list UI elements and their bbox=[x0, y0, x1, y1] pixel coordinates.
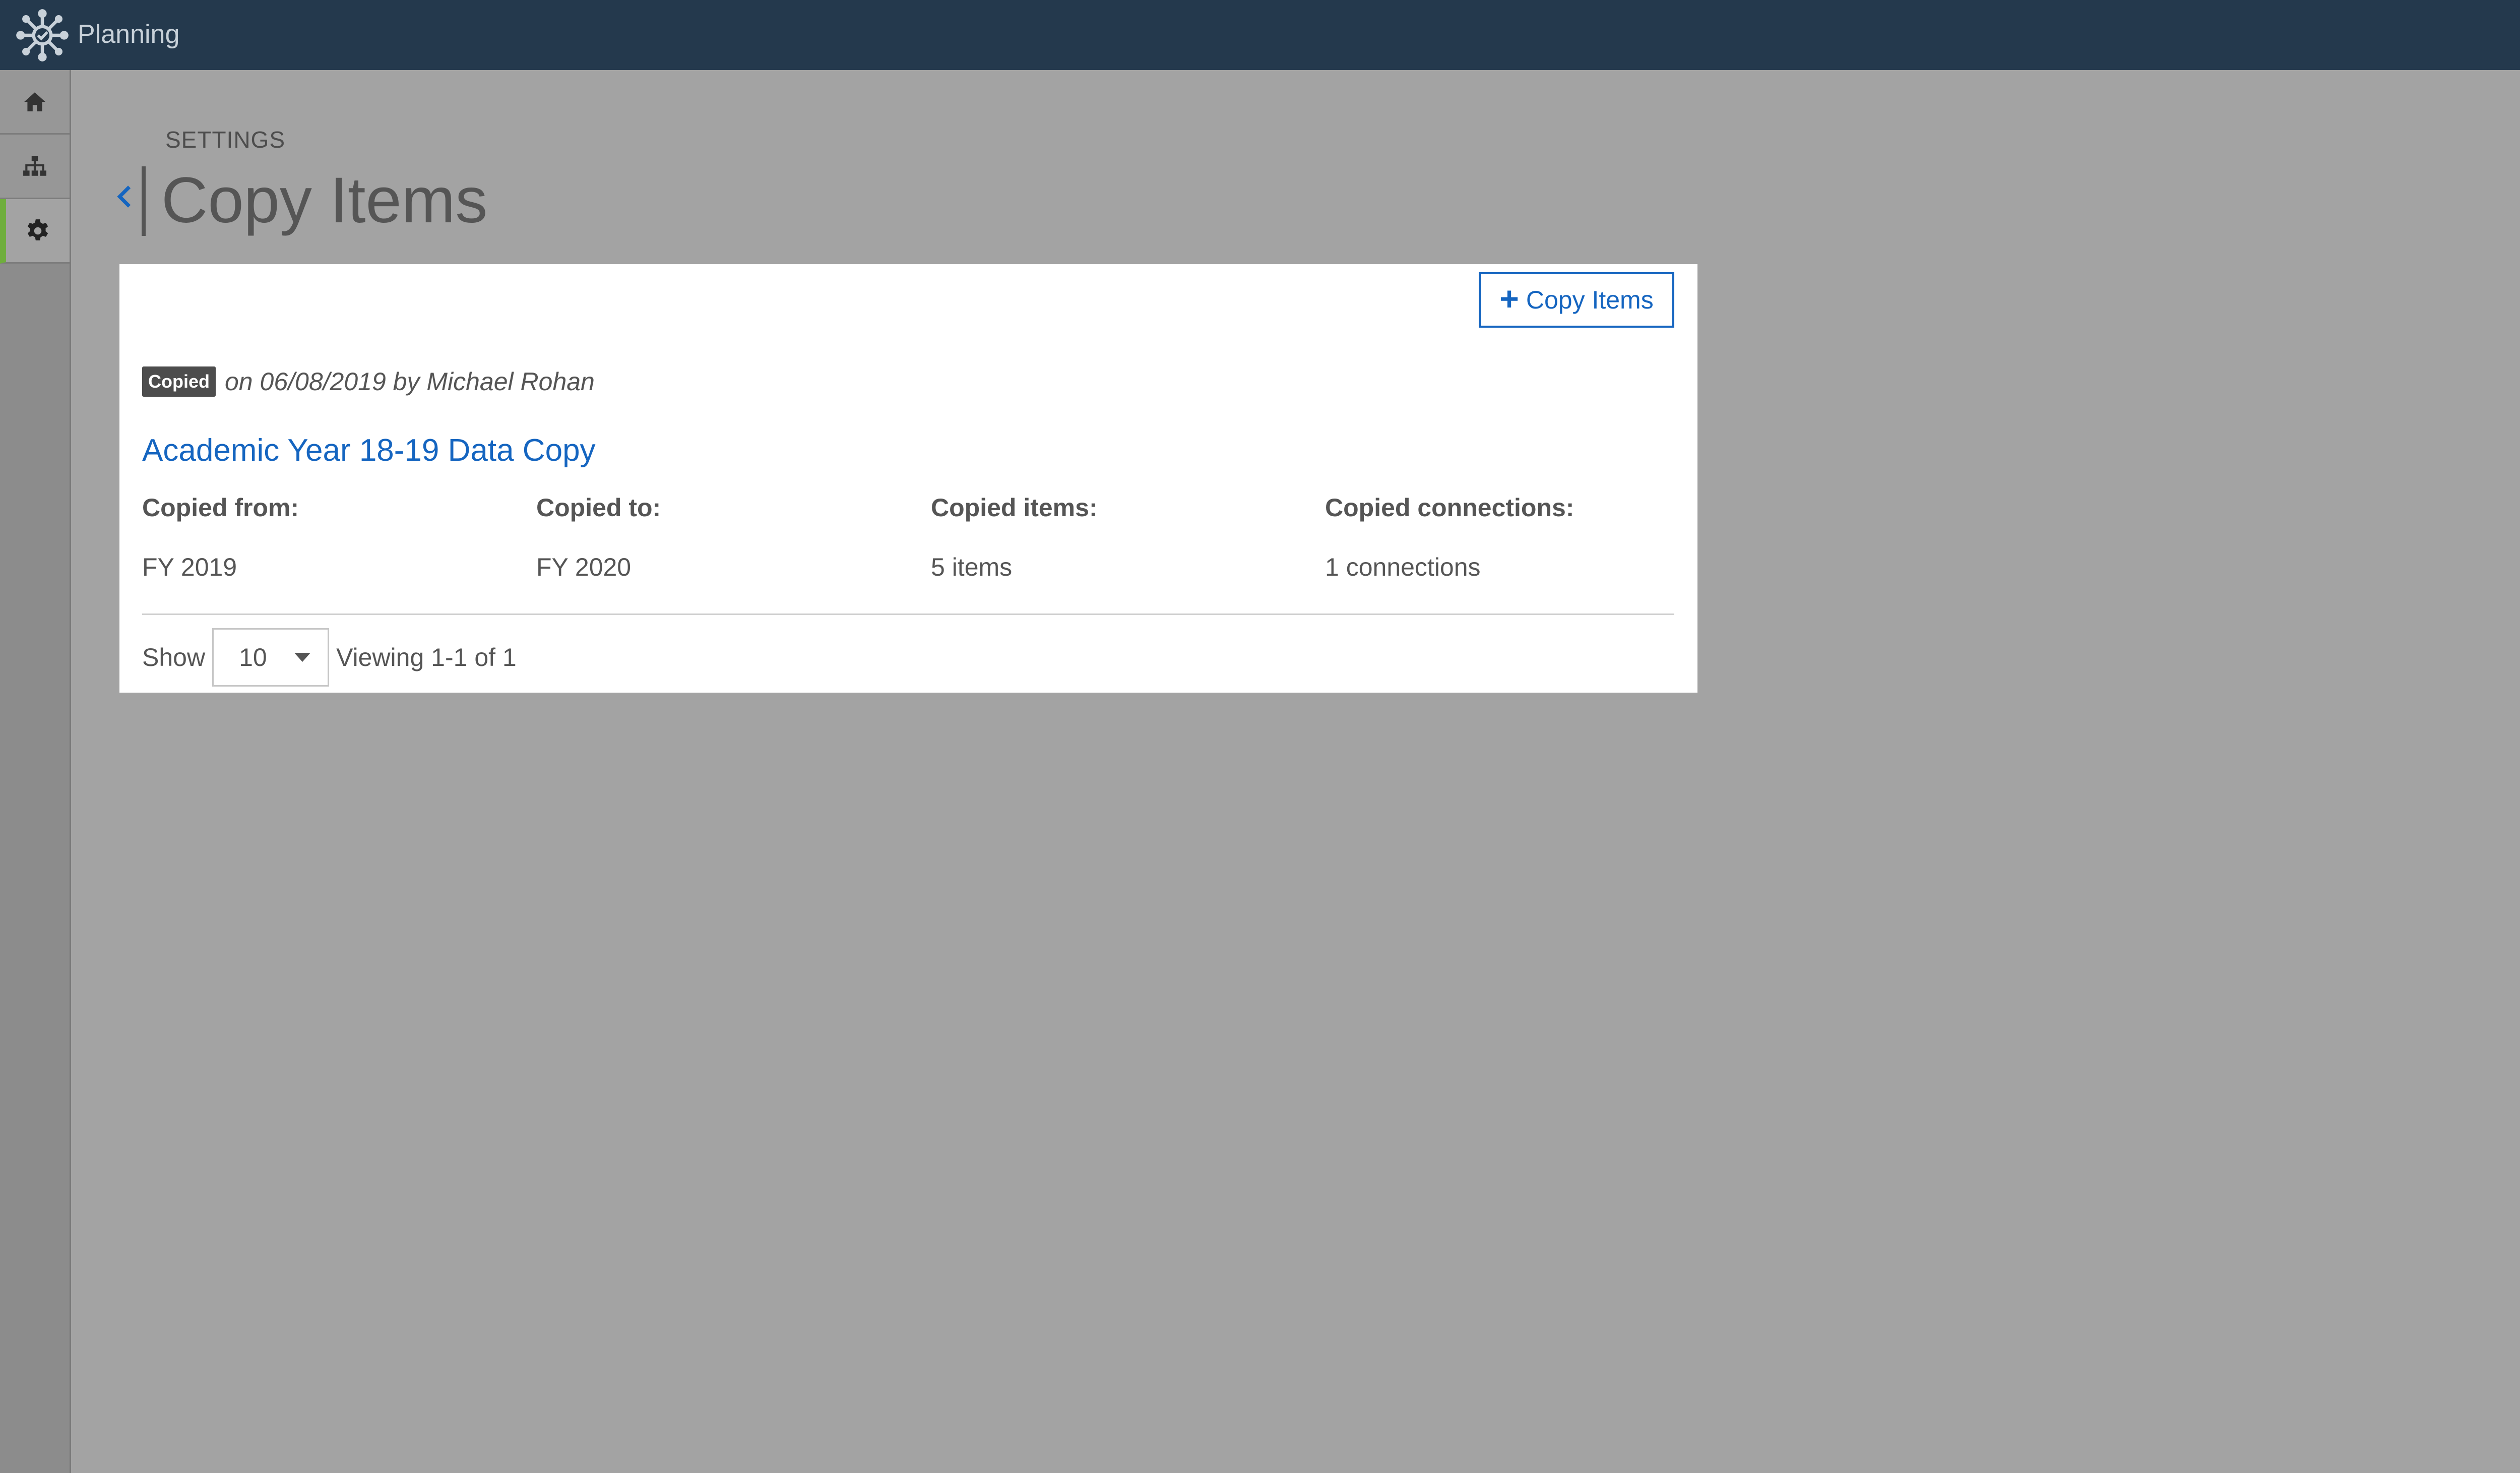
page-size-select[interactable]: 10 bbox=[212, 628, 330, 687]
side-nav bbox=[0, 70, 71, 1473]
detail-value: FY 2019 bbox=[142, 553, 237, 581]
copy-items-button[interactable]: + Copy Items bbox=[1479, 272, 1674, 328]
detail-copied-items: Copied items: 5 items bbox=[931, 491, 1314, 584]
title-divider bbox=[142, 166, 146, 236]
detail-copied-from: Copied from: FY 2019 bbox=[142, 491, 525, 584]
detail-label: Copied from: bbox=[142, 494, 299, 522]
detail-label: Copied to: bbox=[536, 494, 661, 522]
page-title: Copy Items bbox=[161, 164, 488, 236]
caret-down-icon bbox=[294, 653, 311, 662]
detail-label: Copied items: bbox=[931, 494, 1098, 522]
detail-value: FY 2020 bbox=[536, 553, 632, 581]
copy-record-link[interactable]: Academic Year 18-19 Data Copy bbox=[142, 431, 596, 471]
copy-history-panel: + Copy Items Copied on 06/08/2019 by Mic… bbox=[119, 264, 1697, 693]
planning-logo-icon[interactable] bbox=[15, 8, 70, 63]
nav-hierarchy[interactable] bbox=[0, 135, 70, 199]
home-icon bbox=[24, 92, 45, 111]
nav-settings[interactable] bbox=[0, 199, 70, 264]
viewing-count: Viewing 1-1 of 1 bbox=[336, 643, 517, 671]
app-title: Planning bbox=[78, 20, 180, 49]
detail-copied-to: Copied to: FY 2020 bbox=[536, 491, 919, 584]
back-button[interactable] bbox=[112, 179, 137, 214]
copy-meta-text: on 06/08/2019 by Michael Rohan bbox=[225, 367, 595, 396]
copy-meta: Copied on 06/08/2019 by Michael Rohan bbox=[142, 365, 595, 398]
detail-label: Copied connections: bbox=[1325, 494, 1574, 522]
chevron-left-icon bbox=[117, 186, 131, 208]
detail-copied-connections: Copied connections: 1 connections bbox=[1325, 491, 1708, 584]
plus-icon: + bbox=[1499, 280, 1519, 317]
copy-items-button-label: Copy Items bbox=[1526, 286, 1654, 314]
divider bbox=[142, 613, 1674, 615]
nav-home[interactable] bbox=[0, 70, 70, 135]
status-badge: Copied bbox=[142, 366, 216, 397]
gear-icon bbox=[27, 219, 48, 240]
pagination-footer: Show 10 Viewing 1-1 of 1 bbox=[142, 628, 517, 687]
page-size-value: 10 bbox=[239, 643, 267, 671]
show-label: Show bbox=[142, 643, 206, 671]
page-eyebrow: SETTINGS bbox=[165, 127, 286, 153]
sitemap-icon bbox=[23, 155, 46, 176]
top-bar: Planning bbox=[0, 0, 2520, 70]
detail-value: 5 items bbox=[931, 553, 1013, 581]
detail-value: 1 connections bbox=[1325, 553, 1481, 581]
